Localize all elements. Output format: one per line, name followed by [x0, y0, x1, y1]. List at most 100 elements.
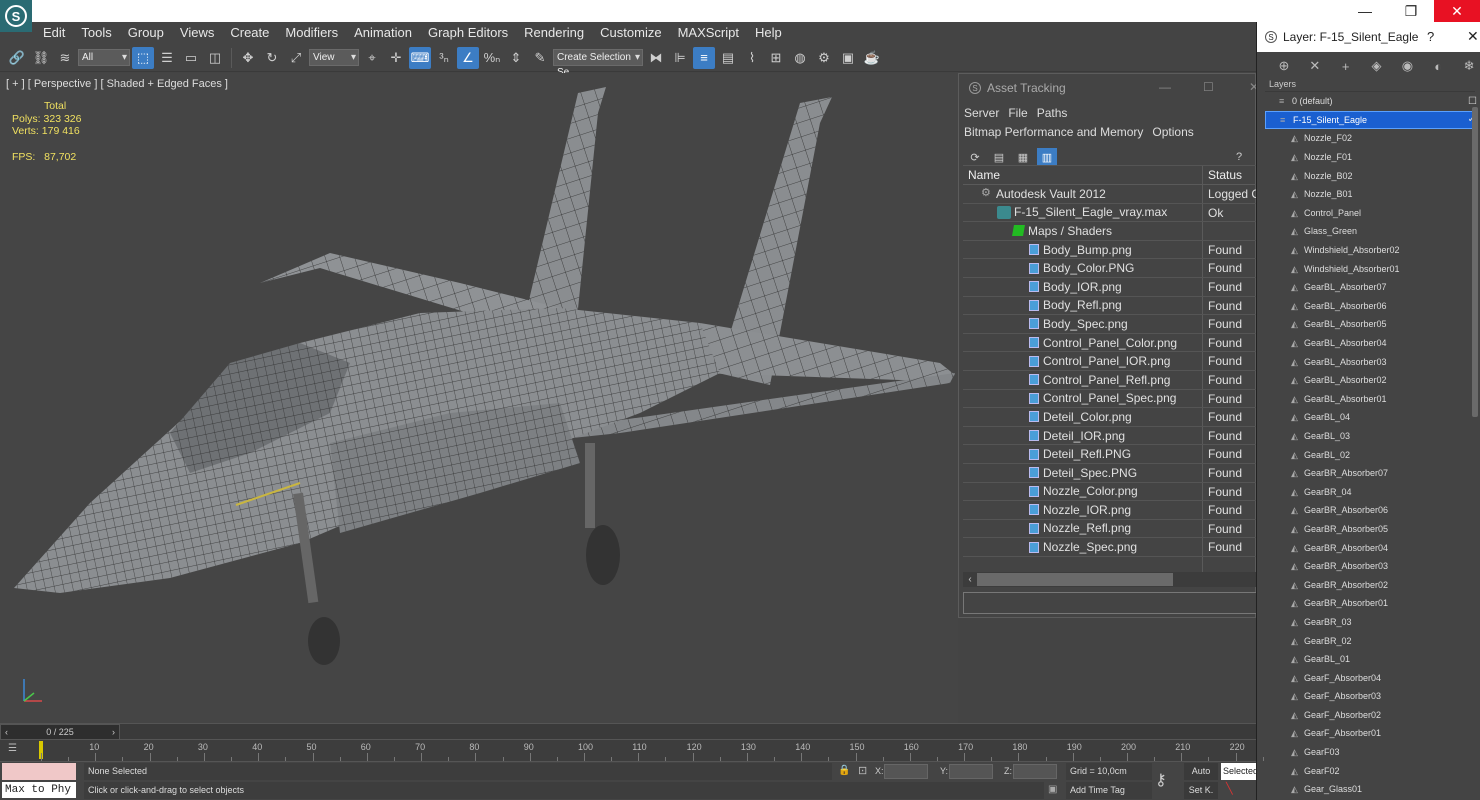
select-layer-objects-icon[interactable]: ◈	[1366, 57, 1388, 75]
layer-object-row[interactable]: ◭ GearF_Absorber02	[1265, 706, 1475, 725]
auto-key-button[interactable]: Auto	[1184, 763, 1218, 780]
menu-views[interactable]: Views	[172, 22, 222, 44]
layer-object-row[interactable]: ◭ GearBL_Absorber03	[1265, 352, 1475, 371]
layer-object-row[interactable]: ◭ GearF_Absorber03	[1265, 687, 1475, 706]
layer-object-row[interactable]: ◭ GearF_Absorber04	[1265, 668, 1475, 687]
menu-graph-editors[interactable]: Graph Editors	[420, 22, 516, 44]
asset-row[interactable]: Body_Spec.png Found	[963, 315, 1257, 334]
layer-checkbox-icon[interactable]: ☐	[1468, 96, 1477, 107]
layer-object-row[interactable]: ◭ GearBR_Absorber01	[1265, 594, 1475, 613]
track-bar-menu-icon[interactable]: ☰	[8, 743, 17, 754]
layer-object-row[interactable]: ◭ GearBR_Absorber06	[1265, 501, 1475, 520]
layer-object-row[interactable]: ◭ GearBL_04	[1265, 408, 1475, 427]
track-bar[interactable]: ☰ 10 20 30 40 50 60 70 80 90 100 110 120 130 140 150 16…	[0, 739, 1264, 761]
asset-minimize-icon[interactable]: —	[1159, 80, 1171, 94]
layer-object-row[interactable]: ◭ GearBR_Absorber03	[1265, 557, 1475, 576]
menu-maxscript[interactable]: MAXScript	[670, 22, 747, 44]
layer-help-icon[interactable]: ?	[1427, 29, 1434, 44]
scroll-left-icon[interactable]: ‹	[963, 574, 977, 585]
asset-row[interactable]: F-15_Silent_Eagle_vray.max Ok	[963, 203, 1257, 223]
named-selection-dropdown[interactable]: Create Selection Se	[553, 49, 643, 78]
asset-row[interactable]: Control_Panel_Color.png Found	[963, 333, 1257, 353]
x-coordinate-field[interactable]	[884, 764, 928, 779]
asset-row[interactable]: Deteil_Color.png Found	[963, 408, 1257, 427]
table-view-icon[interactable]: ▥	[1037, 148, 1057, 166]
snaps-toggle-icon[interactable]: ³ₙ	[433, 47, 455, 69]
asset-row[interactable]: Body_Refl.png Found	[963, 296, 1257, 316]
layer-close-icon[interactable]: ✕	[1467, 28, 1479, 45]
layer-object-row[interactable]: ◭ GearBR_04	[1265, 482, 1475, 501]
angle-snap-icon[interactable]: ∠	[457, 46, 479, 69]
layer-object-row[interactable]: ◭ Glass_Green	[1265, 222, 1475, 241]
asset-menu-bitmap-performance-and-memory[interactable]: Bitmap Performance and Memory	[964, 123, 1143, 142]
time-slider[interactable]: ‹ 0 / 225 ›	[0, 724, 120, 740]
layer-object-row[interactable]: ◭ GearBL_03	[1265, 427, 1475, 446]
asset-menu-paths[interactable]: Paths	[1037, 104, 1068, 123]
layer-object-row[interactable]: ◭ Control_Panel	[1265, 204, 1475, 223]
unlink-icon[interactable]: ⛓	[30, 47, 52, 69]
selection-filter-dropdown[interactable]: All	[78, 49, 130, 66]
asset-row[interactable]: Control_Panel_Spec.png Found	[963, 389, 1257, 409]
ribbon-icon[interactable]: ▤	[717, 47, 739, 69]
asset-row[interactable]: Nozzle_Color.png Found	[963, 482, 1257, 502]
menu-create[interactable]: Create	[222, 22, 277, 44]
material-editor-icon[interactable]: ◍	[789, 47, 811, 69]
prev-frame-icon[interactable]: ‹	[5, 727, 8, 737]
window-crossing-icon[interactable]: ◫	[204, 47, 226, 69]
add-to-layer-icon[interactable]: +	[1335, 57, 1357, 75]
help-icon[interactable]: ?	[1229, 148, 1249, 166]
asset-row[interactable]: Control_Panel_Refl.png Found	[963, 370, 1257, 390]
layer-object-row[interactable]: ◭ GearBL_Absorber06	[1265, 297, 1475, 316]
edit-named-selection-icon[interactable]: ✎	[529, 47, 551, 69]
layer-object-row[interactable]: ◭ GearBL_Absorber05	[1265, 315, 1475, 334]
rect-selection-icon[interactable]: ▭	[180, 47, 202, 69]
scale-icon[interactable]: ⤢	[285, 47, 307, 69]
key-filter-icon[interactable]: ╲	[1226, 782, 1233, 795]
asset-menu-file[interactable]: File	[1008, 104, 1027, 123]
spinner-snap-icon[interactable]: ⇕	[505, 47, 527, 69]
asset-maximize-icon[interactable]: ☐	[1203, 80, 1214, 94]
asset-menu-options[interactable]: Options	[1152, 123, 1193, 142]
pivot-center-icon[interactable]: ⌖	[361, 47, 383, 69]
menu-help[interactable]: Help	[747, 22, 790, 44]
col-name-header[interactable]: Name	[963, 166, 1203, 184]
layer-object-row[interactable]: ◭ GearBL_Absorber02	[1265, 371, 1475, 390]
select-object-icon[interactable]: ⬚	[132, 46, 154, 69]
layer-object-row[interactable]: ◭ GearF02	[1265, 761, 1475, 780]
menu-rendering[interactable]: Rendering	[516, 22, 592, 44]
set-key-icon[interactable]: ⚷	[1155, 770, 1167, 790]
asset-row[interactable]: Nozzle_Spec.png Found	[963, 538, 1257, 557]
asset-row[interactable]: Nozzle_IOR.png Found	[963, 501, 1257, 520]
asset-row[interactable]: Body_IOR.png Found	[963, 277, 1257, 297]
rotate-icon[interactable]: ↻	[261, 47, 283, 69]
asset-row[interactable]: Deteil_Refl.PNG Found	[963, 445, 1257, 464]
layer-object-row[interactable]: ◭ GearF_Absorber01	[1265, 724, 1475, 743]
hide-all-layers-icon[interactable]: ◐	[1427, 57, 1449, 75]
asset-row[interactable]: Body_Bump.png Found	[963, 240, 1257, 260]
layer-object-row[interactable]: ◭ Nozzle_B02	[1265, 166, 1475, 185]
viewport-label[interactable]: [ + ] [ Perspective ] [ Shaded + Edged F…	[6, 78, 228, 90]
image-view-icon[interactable]: ▦	[1013, 148, 1033, 166]
asset-tracking-titlebar[interactable]: S Asset Tracking — ☐ ✕	[959, 74, 1259, 102]
asset-path-field[interactable]	[963, 592, 1257, 614]
move-icon[interactable]: ✥	[237, 47, 259, 69]
restore-icon[interactable]: ❐	[1388, 0, 1434, 22]
layer-object-row[interactable]: ◭ Windshield_Absorber02	[1265, 241, 1475, 260]
bind-spacewarp-icon[interactable]: ≋	[54, 47, 76, 69]
absolute-mode-icon[interactable]: ⊡	[858, 764, 867, 777]
app-logo[interactable]: S	[0, 0, 32, 32]
layer-scrollbar[interactable]	[1472, 107, 1478, 417]
asset-row[interactable]: Maps / Shaders	[963, 222, 1257, 241]
layer-row[interactable]: ≡ 0 (default) ☐	[1265, 92, 1477, 111]
add-time-tag[interactable]: Add Time Tag	[1066, 782, 1152, 799]
layer-object-row[interactable]: ◭ GearBR_Absorber04	[1265, 538, 1475, 557]
keyboard-shortcut-override-icon[interactable]: ⌨	[409, 46, 431, 69]
layer-object-row[interactable]: ◭ GearBL_Absorber07	[1265, 278, 1475, 297]
layer-object-row[interactable]: ◭ GearBR_Absorber07	[1265, 464, 1475, 483]
list-view-icon[interactable]: ▤	[989, 148, 1009, 166]
menu-edit[interactable]: Edit	[35, 22, 73, 44]
layer-object-row[interactable]: ◭ GearBR_02	[1265, 631, 1475, 650]
close-icon[interactable]: ✕	[1434, 0, 1480, 22]
asset-row[interactable]: Control_Panel_IOR.png Found	[963, 352, 1257, 371]
col-status-header[interactable]: Status	[1203, 166, 1257, 184]
